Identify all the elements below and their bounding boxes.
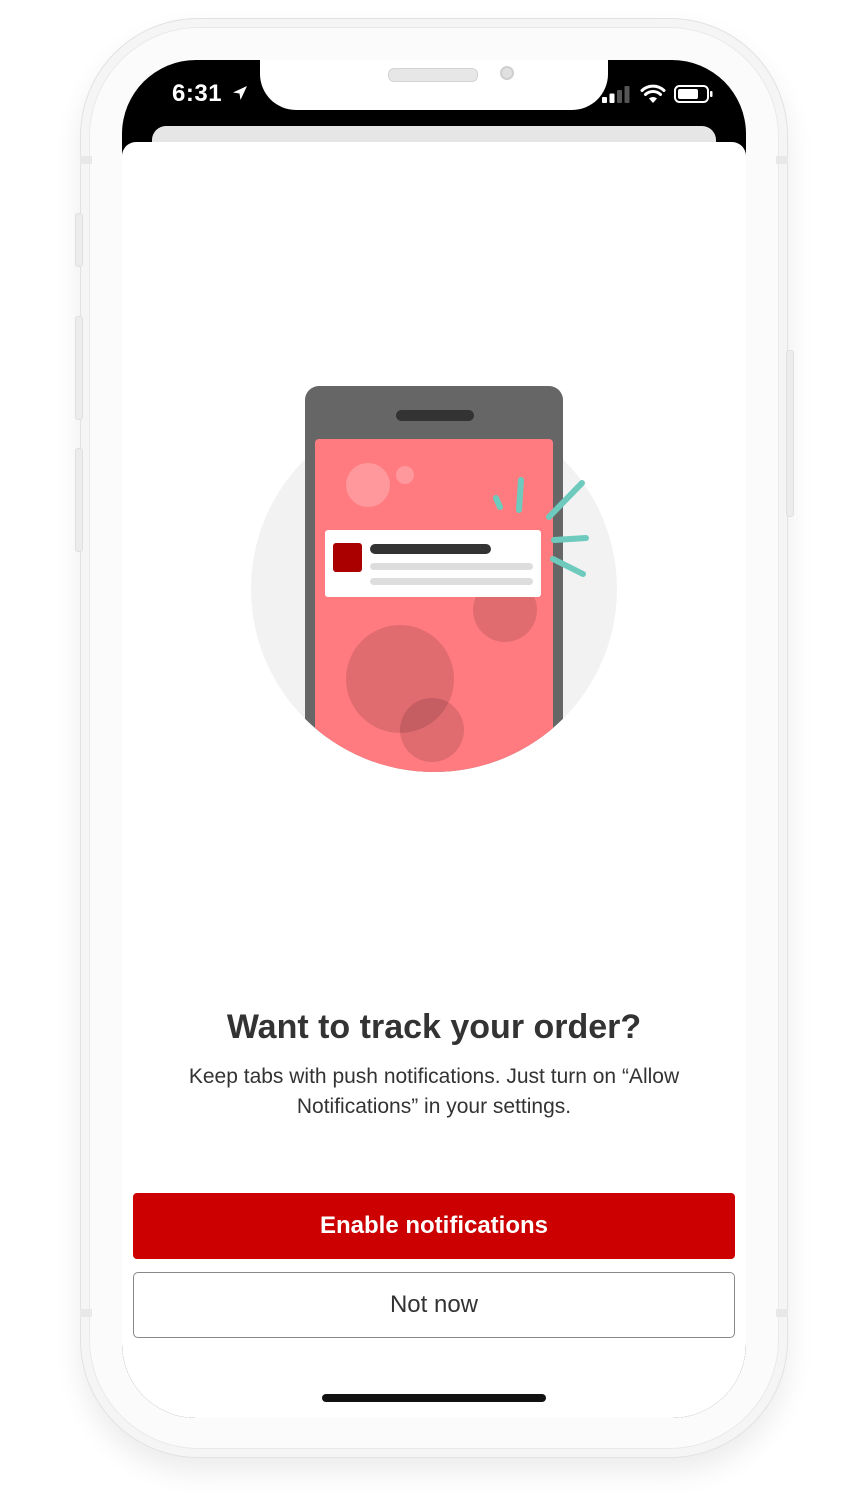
prompt-description: Keep tabs with push notifications. Just … [188,1065,680,1118]
status-bar-clock: 6:31 [172,80,249,108]
phone-notification-illustration [251,386,617,772]
front-camera [500,66,514,80]
battery-icon [674,85,713,103]
volume-down-button [75,448,83,552]
illustration-notification-card [325,530,541,597]
not-now-button[interactable]: Not now [133,1272,735,1338]
home-indicator[interactable] [322,1394,546,1402]
phone-screen: 6:31 Want to track your order? Keep tabs… [122,60,746,1418]
volume-up-button [75,316,83,420]
antenna-band [776,1309,788,1317]
wifi-icon [640,84,666,103]
power-button [786,350,794,517]
enable-notifications-button[interactable]: Enable notifications [133,1193,735,1259]
illustration-bubble [400,698,464,762]
cellular-signal-icon [602,86,630,103]
status-time-text: 6:31 [172,80,223,107]
antenna-band [80,1309,92,1317]
illustration-bubble [396,466,414,484]
notification-prompt-sheet: Want to track your order? Keep tabs with… [122,142,746,1418]
antenna-band [776,156,788,164]
illustration-bubble [346,463,390,507]
antenna-band [80,156,92,164]
status-bar-indicators [602,84,714,104]
notch [260,60,608,110]
illustration-phone-speaker [396,410,474,421]
speaker-grille [388,68,478,82]
mute-switch [75,213,83,267]
prompt-title: Want to track your order? [226,1008,642,1046]
location-arrow-icon [233,86,248,100]
